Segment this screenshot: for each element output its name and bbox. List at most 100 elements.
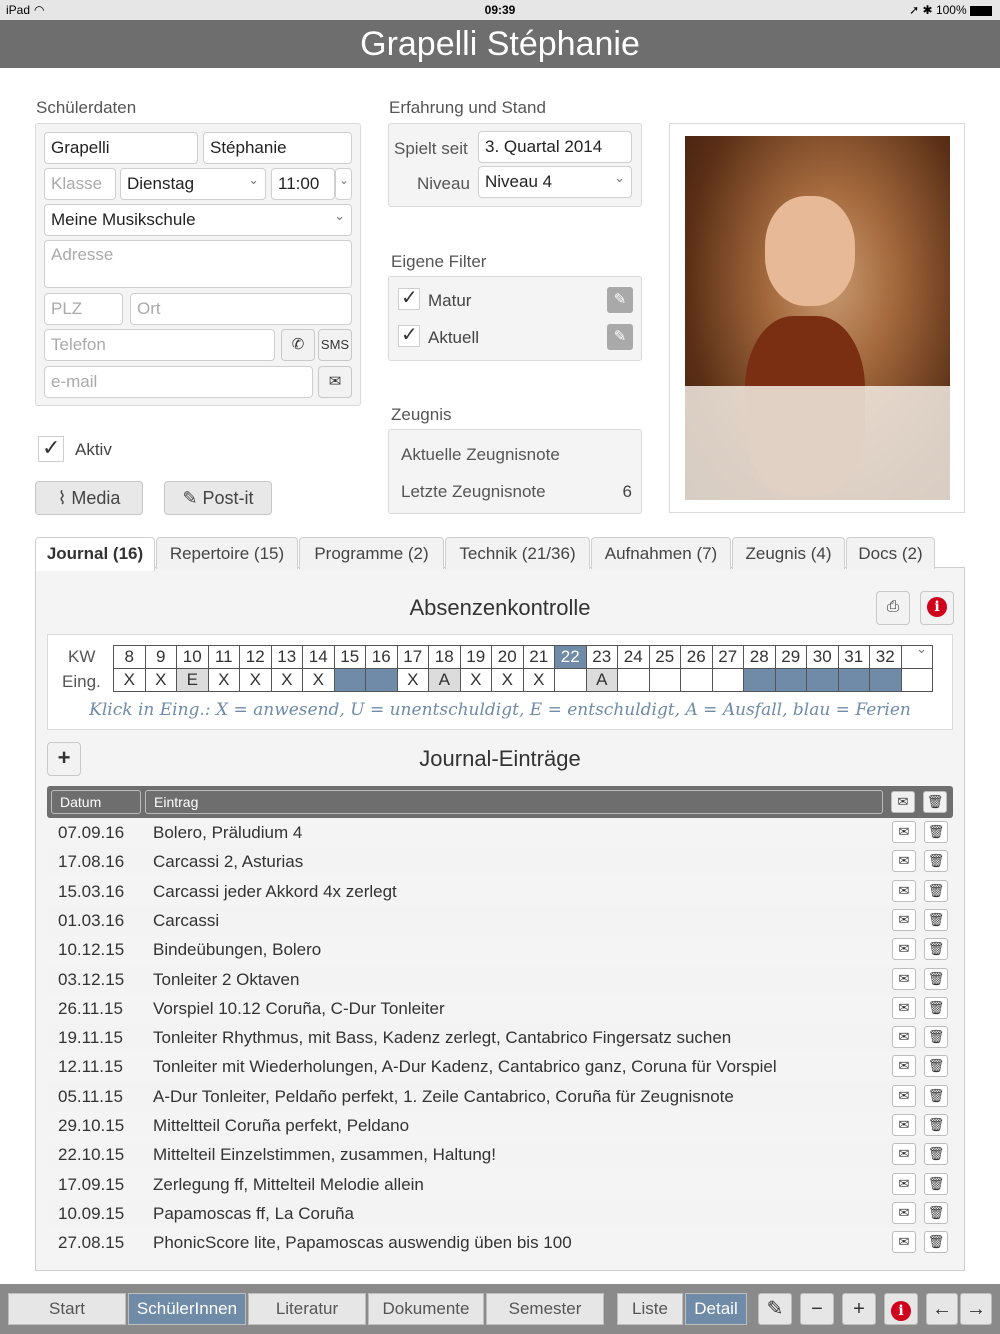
- delete-entry-button[interactable]: 🗑: [924, 1026, 948, 1049]
- next-button[interactable]: →: [960, 1293, 992, 1325]
- attendance-cell[interactable]: [900, 668, 933, 692]
- delete-entry-button[interactable]: 🗑: [924, 1172, 948, 1195]
- print-button[interactable]: ⎙: [876, 591, 910, 625]
- mail-all-button[interactable]: ✉: [891, 791, 915, 813]
- mail-entry-button[interactable]: ✉: [892, 1201, 916, 1224]
- sms-button[interactable]: SMS: [318, 329, 352, 361]
- mail-entry-button[interactable]: ✉: [892, 967, 916, 990]
- delete-entry-button[interactable]: 🗑: [924, 1201, 948, 1224]
- attendance-cell[interactable]: [365, 668, 398, 692]
- nav-semester[interactable]: Semester: [486, 1293, 604, 1325]
- mail-entry-button[interactable]: ✉: [892, 996, 916, 1019]
- table-row[interactable]: 17.08.16 Carcassi 2, Asturias ✉ 🗑: [48, 847, 952, 877]
- address-field[interactable]: Adresse: [44, 240, 352, 288]
- mail-entry-button[interactable]: ✉: [892, 1084, 916, 1107]
- add-button[interactable]: +: [842, 1293, 876, 1325]
- mail-entry-button[interactable]: ✉: [892, 1114, 916, 1136]
- delete-entry-button[interactable]: 🗑: [924, 850, 948, 873]
- mail-entry-button[interactable]: ✉: [892, 908, 916, 931]
- nav-students[interactable]: SchülerInnen: [128, 1293, 246, 1325]
- table-row[interactable]: 12.11.15 Tonleiter mit Wiederholungen, A-…: [48, 1052, 952, 1081]
- table-row[interactable]: 07.09.16 Bolero, Präludium 4 ✉ 🗑: [48, 818, 952, 847]
- email-button[interactable]: ✉: [318, 366, 352, 398]
- table-row[interactable]: 29.10.15 Mitteltteil Coruña perfekt, Peld…: [48, 1111, 952, 1140]
- day-select[interactable]: Dienstag: [120, 168, 266, 200]
- table-row[interactable]: 01.03.16 Carcassi ✉ 🗑: [48, 905, 952, 935]
- table-row[interactable]: 17.09.15 Zerlegung ff, Mittelteil Melodie…: [48, 1170, 952, 1199]
- attendance-cell[interactable]: X: [396, 668, 429, 692]
- previous-button[interactable]: ←: [926, 1293, 958, 1325]
- plays-since-select[interactable]: 3. Quartal 2014: [478, 131, 632, 163]
- tab-zeugnis[interactable]: Zeugnis (4): [732, 537, 845, 569]
- attendance-cell[interactable]: [333, 668, 366, 692]
- table-row[interactable]: 05.11.15 A-Dur Tonleiter, Peldaño perfekt…: [48, 1081, 952, 1111]
- attendance-cell[interactable]: [837, 668, 870, 692]
- first-name-field[interactable]: Stéphanie: [203, 132, 352, 164]
- delete-entry-button[interactable]: 🗑: [924, 1231, 948, 1254]
- attendance-cell[interactable]: X: [207, 668, 240, 692]
- mail-entry-button[interactable]: ✉: [892, 1172, 916, 1195]
- time-dropdown[interactable]: ⌄: [335, 168, 352, 200]
- table-row[interactable]: 26.11.15 Vorspiel 10.12 Coruña, C-Dur Ton…: [48, 994, 952, 1023]
- postit-button[interactable]: ✎ Post-it: [164, 481, 272, 515]
- school-select[interactable]: Meine Musikschule: [44, 204, 352, 236]
- delete-entry-button[interactable]: 🗑: [924, 879, 948, 902]
- attendance-cell[interactable]: [680, 668, 713, 692]
- table-row[interactable]: 22.10.15 Mittelteil Einzelstimmen, zusamm…: [48, 1140, 952, 1170]
- media-button[interactable]: ⌇ Media: [35, 481, 143, 515]
- table-row[interactable]: 03.12.15 Tonleiter 2 Oktaven ✉ 🗑: [48, 964, 952, 994]
- attendance-cell[interactable]: [869, 668, 902, 692]
- phone-field[interactable]: Telefon: [44, 329, 275, 361]
- attendance-cell[interactable]: X: [239, 668, 272, 692]
- view-list[interactable]: Liste: [617, 1293, 683, 1325]
- attendance-cell[interactable]: X: [491, 668, 524, 692]
- attendance-cell[interactable]: A: [428, 668, 461, 692]
- attendance-cell[interactable]: A: [585, 668, 618, 692]
- mail-entry-button[interactable]: ✉: [892, 1055, 916, 1078]
- mail-entry-button[interactable]: ✉: [892, 938, 916, 961]
- remove-button[interactable]: −: [800, 1293, 834, 1325]
- filter-aktuell-checkbox[interactable]: ✓: [398, 324, 420, 347]
- filter-matur-checkbox[interactable]: ✓: [398, 287, 420, 310]
- attendance-cell[interactable]: X: [459, 668, 492, 692]
- edit-filter-aktuell-button[interactable]: ✎: [607, 324, 633, 350]
- info-button[interactable]: i: [920, 591, 954, 625]
- delete-entry-button[interactable]: 🗑: [924, 908, 948, 931]
- delete-entry-button[interactable]: 🗑: [924, 1143, 948, 1166]
- nav-literature[interactable]: Literatur: [248, 1293, 366, 1325]
- attendance-cell[interactable]: [617, 668, 650, 692]
- level-select[interactable]: Niveau 4: [478, 166, 632, 198]
- mail-entry-button[interactable]: ✉: [892, 1026, 916, 1049]
- col-date-header[interactable]: Datum: [51, 790, 141, 814]
- tab-journal[interactable]: Journal (16): [35, 537, 155, 571]
- delete-entry-button[interactable]: 🗑: [924, 938, 948, 961]
- email-field[interactable]: e-mail: [44, 366, 313, 398]
- tab-technik[interactable]: Technik (21/36): [445, 537, 590, 569]
- attendance-cell[interactable]: [711, 668, 744, 692]
- attendance-cell[interactable]: X: [302, 668, 335, 692]
- table-row[interactable]: 10.12.15 Bindeübungen, Bolero ✉ 🗑: [48, 935, 952, 964]
- attendance-cell[interactable]: [648, 668, 681, 692]
- delete-entry-button[interactable]: 🗑: [924, 967, 948, 990]
- mail-entry-button[interactable]: ✉: [892, 1231, 916, 1254]
- tab-repertoire[interactable]: Repertoire (15): [156, 537, 298, 569]
- delete-entry-button[interactable]: 🗑: [924, 996, 948, 1019]
- nav-documents[interactable]: Dokumente: [368, 1293, 484, 1325]
- attendance-cell[interactable]: E: [176, 668, 209, 692]
- delete-entry-button[interactable]: 🗑: [924, 1055, 948, 1078]
- tab-docs[interactable]: Docs (2): [846, 537, 935, 569]
- attendance-cell[interactable]: X: [113, 668, 146, 692]
- tab-aufnahmen[interactable]: Aufnahmen (7): [591, 537, 731, 569]
- table-row[interactable]: 15.03.16 Carcassi jeder Akkord 4x zerlegt…: [48, 877, 952, 906]
- class-field[interactable]: Klasse: [44, 168, 116, 200]
- mail-entry-button[interactable]: ✉: [892, 1143, 916, 1166]
- delete-all-button[interactable]: 🗑: [923, 791, 947, 813]
- view-detail[interactable]: Detail: [685, 1293, 747, 1325]
- attendance-cell[interactable]: [806, 668, 839, 692]
- col-entry-header[interactable]: Eintrag: [145, 790, 883, 814]
- delete-entry-button[interactable]: 🗑: [924, 821, 948, 843]
- mail-entry-button[interactable]: ✉: [892, 879, 916, 902]
- delete-entry-button[interactable]: 🗑: [924, 1114, 948, 1136]
- edit-filter-matur-button[interactable]: ✎: [607, 287, 633, 313]
- table-row[interactable]: 27.08.15 PhonicScore lite, Papamoscas aus…: [48, 1228, 952, 1257]
